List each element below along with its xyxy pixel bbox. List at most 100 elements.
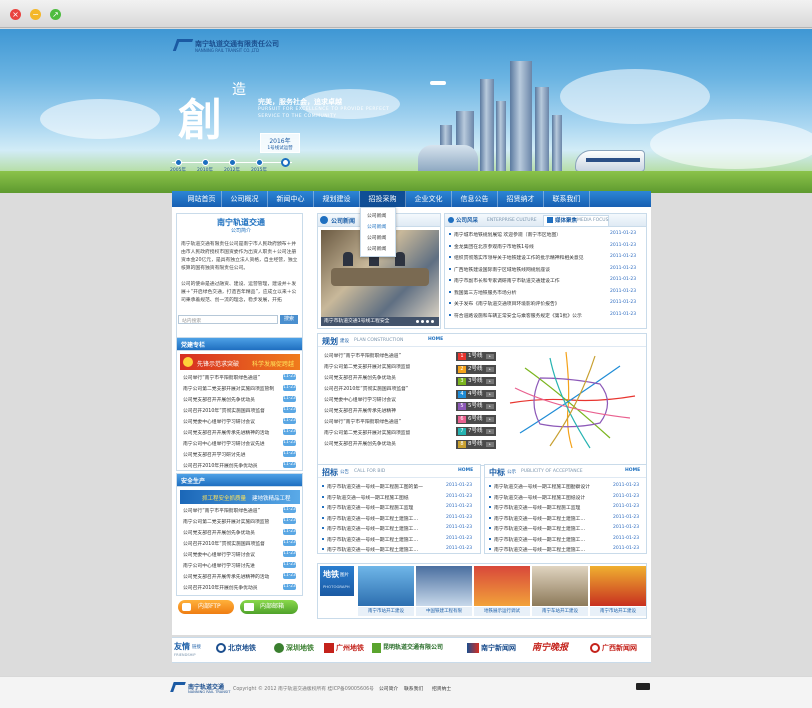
gallery-thumb[interactable] (358, 566, 414, 606)
metro-line-5[interactable]: 5 5号线 ▸ (456, 402, 496, 411)
bid-more[interactable]: HOME (458, 468, 473, 473)
list-item[interactable]: 南宁市轨道交通一号线一期工程土建施工… (327, 546, 431, 553)
footer-link-about[interactable]: 公司简介 (379, 685, 398, 692)
dropdown-item[interactable]: 公司新闻 (367, 212, 386, 219)
list-item[interactable]: 公司党支部召开学习研讨先进 (183, 451, 279, 458)
list-item[interactable]: 公司党支部召开开展传承先进精神的活动 (183, 429, 279, 436)
list-item[interactable]: 南宁公司中心组举行学习研讨先进 (183, 562, 279, 569)
news-item[interactable]: 南宁市副市长和专家调研南宁市轨道交通建设工作 (454, 277, 604, 284)
timeline-dot[interactable] (175, 159, 182, 166)
list-item[interactable]: 公司党委中心组举行学习研讨会议 (183, 418, 279, 425)
link-nanning-evening[interactable]: 南宁晚报 (532, 639, 568, 657)
search-input[interactable]: 站内搜索 (178, 315, 278, 324)
timeline-dot-current[interactable] (281, 158, 290, 167)
list-item[interactable]: 公司召开2010年“贯彻实施国四项监督 (183, 540, 279, 547)
carousel-dot[interactable] (421, 320, 424, 323)
link-beijing[interactable]: 北京地铁 (216, 639, 256, 657)
gallery-thumb[interactable] (532, 566, 588, 606)
metro-line-8[interactable]: 8 8号线 ▸ (456, 439, 496, 449)
metro-line-3[interactable]: 3 3号线 ▸ (456, 377, 496, 386)
nav-culture[interactable]: 企业文化 (406, 191, 452, 207)
news-item[interactable]: 南宁城市地铁规划展馆 欢迎参观（南宁市区地图） (454, 231, 604, 238)
list-item[interactable]: 公司党支部召开开展传承先进精神的活动 (183, 573, 279, 580)
footer-link-jobs[interactable]: 招贤纳士 (432, 685, 451, 692)
gallery-thumb[interactable] (590, 566, 646, 606)
maximize-icon[interactable]: ↗ (50, 9, 61, 20)
list-item[interactable]: 南宁公司中心组举行学习研讨会议先进 (183, 440, 279, 447)
planning-item[interactable]: 公司举行“南宁市平阳街职绿色通道” (324, 352, 444, 359)
news-item[interactable]: 组织贯彻落实市领导关于地铁建设工作的批示精神和相关意见 (454, 254, 604, 261)
nav-jobs[interactable]: 招贤纳才 (498, 191, 544, 207)
list-item[interactable]: 南宁轨道交通一号线一期工程施工图纸 (327, 494, 431, 501)
carousel-dot[interactable] (431, 320, 434, 323)
list-item[interactable]: 南宁市轨道交通一号线一期工程土建施工… (327, 525, 431, 532)
footer-link-contact[interactable]: 联系我们 (404, 685, 423, 692)
list-item[interactable]: 南宁公司第二党支部开展对实施四项监管制 (183, 385, 279, 392)
timeline-dot[interactable] (256, 159, 263, 166)
list-item[interactable]: 南宁轨道交通一号线一期工程施工图纸设计 (494, 494, 598, 501)
list-item[interactable]: 南宁市轨道交通一号线一期工程土建施工… (494, 536, 598, 543)
ftp-button[interactable]: 内部FTP (178, 600, 234, 614)
planning-item[interactable]: 南宁公司第二党支部开展对实施四项监督 (324, 429, 444, 436)
nav-procurement[interactable]: 招投采购 (360, 191, 406, 207)
list-item[interactable]: 南宁公司第二党支部开展对实施四项监管 (183, 518, 279, 525)
metro-line-4[interactable]: 4 4号线 ▸ (456, 389, 496, 399)
list-item[interactable]: 公司党支部召开开展创先争优动员 (183, 529, 279, 536)
link-guangzhou[interactable]: 广州地铁 (324, 639, 364, 657)
news-item[interactable]: 关于发布《南宁轨道交通项目环境影响评价报告》 (454, 300, 604, 307)
list-item[interactable]: 公司召开2010年开展创先争优动员 (183, 584, 279, 591)
dropdown-item[interactable]: 公司新闻 (367, 223, 386, 230)
carousel-dot[interactable] (416, 320, 419, 323)
award-more[interactable]: HOME (625, 468, 640, 473)
metro-line-2[interactable]: 2 2号线 ▸ (456, 364, 496, 374)
list-item[interactable]: 南宁轨道交通一号线一期工程施工图勘察设计 (494, 483, 598, 490)
timeline-dot[interactable] (202, 159, 209, 166)
planning-item[interactable]: 公司党支部召开开展创先争优动员 (324, 440, 444, 447)
metro-map[interactable] (500, 348, 640, 452)
planning-item[interactable]: 公司党委中心组举行学习研讨会议 (324, 396, 444, 403)
link-shenzhen[interactable]: 深圳地铁 (274, 639, 314, 657)
nav-news[interactable]: 新闻中心 (268, 191, 314, 207)
mail-button[interactable]: 内部邮箱 (240, 600, 298, 614)
link-nanning-news[interactable]: 南宁新闻网 (467, 639, 516, 657)
list-item[interactable]: 南宁市轨道交通一号线一期工程土建施工… (494, 546, 598, 553)
metro-line-1[interactable]: 1 1号线 ▸ (456, 352, 496, 361)
list-item[interactable]: 公司举行“南宁市平阳街职绿色通道” (183, 374, 279, 381)
safety-banner[interactable]: 抓工程安全抓质量 建地铁精品工程 (180, 490, 300, 504)
news-item[interactable]: 我国第三方地铁服务市场分析 (454, 289, 604, 296)
gallery-thumb[interactable] (416, 566, 472, 606)
list-item[interactable]: 南宁市轨道交通一号线一期工程施工图的第一 (327, 483, 431, 490)
planning-item[interactable]: 公司党支部召开开展创先争优动员 (324, 374, 444, 381)
planning-item[interactable]: 公司党支部召开开展传承先进精神 (324, 407, 444, 414)
list-item[interactable]: 南宁市轨道交通一号线一期工程施工监理 (494, 504, 598, 511)
metro-line-7[interactable]: 7 7号线 ▸ (456, 427, 496, 436)
list-item[interactable]: 南宁市轨道交通一号线一期工程土建施工… (494, 515, 598, 522)
list-item[interactable]: 南宁市轨道交通一号线一期工程施工监理 (327, 504, 431, 511)
list-item[interactable]: 南宁市轨道交通一号线一期工程土建施工… (327, 536, 431, 543)
list-item[interactable]: 南宁市轨道交通一号线一期工程土建施工… (327, 515, 431, 522)
metro-line-6[interactable]: 6 6号线 ▸ (456, 414, 496, 424)
nav-home[interactable]: 网站首页 (182, 191, 222, 207)
close-icon[interactable]: × (10, 9, 21, 20)
list-item[interactable]: 公司举行“南宁市平阳街职绿色通道” (183, 507, 279, 514)
link-kunming[interactable]: 昆明轨道交通有限公司 (372, 639, 443, 657)
list-item[interactable]: 公司召开2010年“贯彻实施国四项监督 (183, 407, 279, 414)
planning-item[interactable]: 公司举行“南宁市平阳街职绿色通道” (324, 418, 444, 425)
nav-contact[interactable]: 联系我们 (544, 191, 590, 207)
planning-item[interactable]: 公司召开2010年“贯彻实施国四项监督” (324, 385, 444, 392)
minimize-icon[interactable]: − (30, 9, 41, 20)
list-item[interactable]: 公司党支部召开开展创先争优动员 (183, 396, 279, 403)
dropdown-item[interactable]: 公司新闻 (367, 245, 386, 252)
news-tab[interactable]: 公司新闻 (331, 216, 355, 225)
link-guangxi-news[interactable]: 广西新闻网 (590, 639, 637, 657)
dropdown-item[interactable]: 公司新闻 (367, 234, 386, 241)
nav-about[interactable]: 公司概况 (222, 191, 268, 207)
carousel-dot[interactable] (426, 320, 429, 323)
list-item[interactable]: 南宁市轨道交通一号线一期工程土建施工… (494, 525, 598, 532)
gallery-thumb[interactable] (474, 566, 530, 606)
timeline-dot[interactable] (229, 159, 236, 166)
news-item[interactable]: 符合道路设施和车辆正常安全与乘客服务规定《第1批》公示 (454, 312, 604, 319)
planning-item[interactable]: 南宁公司第二党支部开展对实施四项监督 (324, 363, 444, 370)
nav-notice[interactable]: 信息公告 (452, 191, 498, 207)
tab-media[interactable]: 媒体聚焦 (555, 216, 577, 224)
